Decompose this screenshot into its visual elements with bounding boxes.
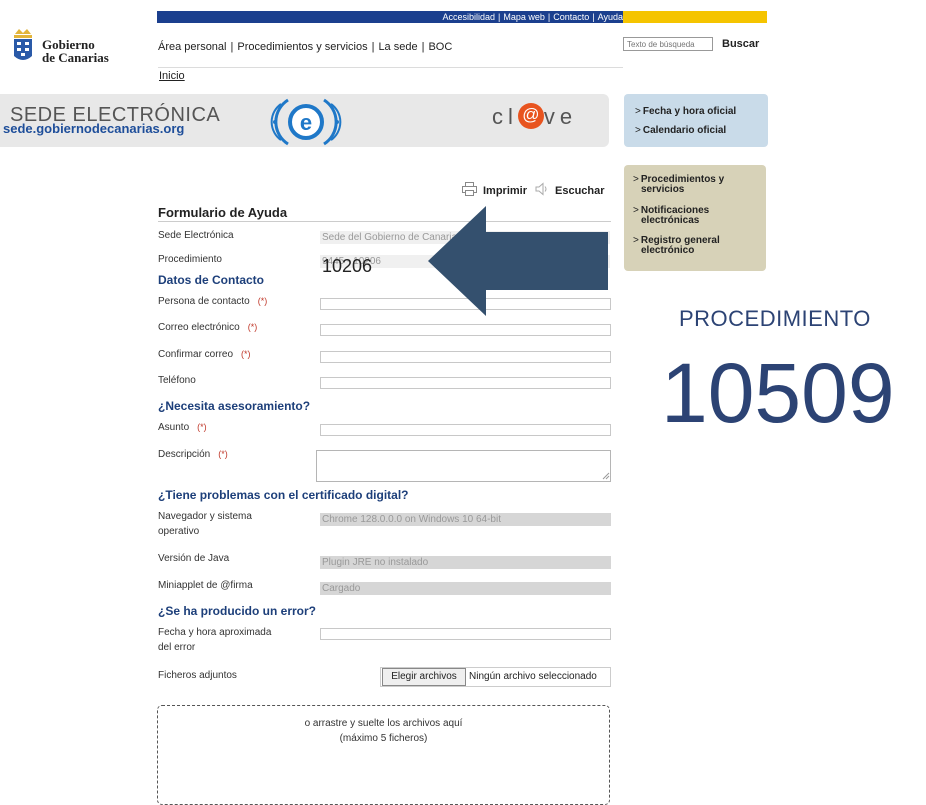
sitemap-link[interactable]: Mapa web [503, 12, 545, 22]
main-nav: Área personal | Procedimientos y servicios… [158, 41, 453, 53]
clave-logo: cl @ ve [492, 103, 578, 131]
required-mark: (*) [241, 349, 251, 359]
certificate-section-heading: ¿Tiene problemas con el certificado digi… [158, 488, 409, 502]
official-time-box: > Fecha y hora oficial > Calendario oficia… [624, 94, 768, 147]
breadcrumb-home-link[interactable]: Inicio [159, 70, 185, 82]
procedures-services-link[interactable]: > Procedimientos y servicios [633, 175, 724, 195]
dropzone-instructions: o arrastre y suelte los archivos aquí [304, 718, 463, 729]
listen-button[interactable]: Escuchar [555, 185, 605, 197]
official-calendar-link[interactable]: > Calendario oficial [635, 126, 726, 136]
browser-label: Navegador y sistema operativo [158, 511, 252, 537]
choose-files-button[interactable]: Elegir archivos [382, 668, 466, 686]
email-label: Correo electrónico (*) [158, 322, 258, 333]
search-button[interactable]: Buscar [722, 38, 759, 50]
description-textarea[interactable] [316, 450, 611, 482]
required-mark: (*) [218, 449, 228, 459]
subject-input[interactable] [320, 424, 611, 436]
required-mark: (*) [247, 322, 258, 332]
phone-label: Teléfono [158, 375, 196, 386]
left-arrow-icon [428, 206, 608, 316]
java-value: Plugin JRE no instalado [320, 556, 611, 569]
file-status: Ningún archivo seleccionado [469, 671, 597, 682]
confirm-email-input[interactable] [320, 351, 611, 363]
contact-link[interactable]: Contacto [553, 12, 589, 22]
nav-procedimientos[interactable]: Procedimientos y servicios [237, 41, 367, 53]
search-input[interactable] [623, 37, 713, 51]
print-button[interactable]: Imprimir [483, 185, 527, 197]
required-mark: (*) [257, 296, 268, 306]
error-date-label: Fecha y hora aproximada del error [158, 627, 272, 653]
general-register-link[interactable]: > Registro general electrónico [633, 236, 720, 256]
logo-text: Gobierno de Canarias [42, 38, 109, 64]
clave-text-right: ve [543, 104, 578, 129]
nav-area-personal[interactable]: Área personal [158, 41, 227, 53]
resize-grip-icon[interactable] [602, 472, 610, 480]
overlay-field-number: 10206 [322, 256, 373, 276]
error-date-input[interactable] [320, 628, 611, 640]
official-time-link[interactable]: > Fecha y hora oficial [635, 107, 736, 117]
nav-divider [158, 67, 623, 68]
printer-icon[interactable] [462, 182, 477, 196]
top-utility-links: Accesibilidad | Mapa web | Contacto | Ayuda [442, 12, 623, 22]
description-label: Descripción (*) [158, 449, 228, 460]
java-label: Versión de Java [158, 553, 230, 564]
svg-text:e: e [300, 110, 312, 135]
procedimiento-label: Procedimiento [158, 254, 222, 265]
form-title: Formulario de Ayuda [158, 205, 288, 220]
clave-text-left: cl [492, 104, 518, 129]
accent-strip [623, 11, 767, 23]
accessibility-link[interactable]: Accesibilidad [443, 12, 496, 22]
clave-at-icon: @ [517, 103, 544, 130]
nav-boc[interactable]: BOC [428, 41, 452, 53]
services-box: > Procedimientos y servicios > Notificacion… [624, 165, 766, 271]
nav-la-sede[interactable]: La sede [378, 41, 417, 53]
help-link[interactable]: Ayuda [598, 12, 623, 22]
browser-value: Chrome 128.0.0.0 on Windows 10 64-bit [320, 513, 611, 526]
logo-line-2: de Canarias [42, 50, 109, 65]
speaker-icon[interactable] [535, 182, 550, 196]
dropzone-limit: (máximo 5 ficheros) [339, 733, 428, 744]
confirm-email-label: Confirmar correo (*) [158, 349, 251, 360]
applet-value: Cargado [320, 582, 611, 595]
phone-input[interactable] [320, 377, 611, 389]
sede-label: Sede Electrónica [158, 230, 234, 241]
applet-label: Miniapplet de @firma [158, 580, 253, 591]
sede-url[interactable]: sede.gobiernodecanarias.org [3, 121, 184, 136]
notifications-link[interactable]: > Notificaciones electrónicas [633, 206, 709, 226]
advice-section-heading: ¿Necesita asesoramiento? [158, 399, 311, 413]
overlay-procedure-number: 10509 [661, 346, 895, 440]
contact-person-label: Persona de contacto (*) [158, 296, 268, 307]
e-administracion-icon: e [270, 98, 342, 146]
overlay-procedure-label: PROCEDIMIENTO [679, 306, 871, 331]
email-input[interactable] [320, 324, 611, 336]
contact-section-heading: Datos de Contacto [158, 273, 265, 287]
subject-label: Asunto (*) [158, 422, 207, 433]
files-label: Ficheros adjuntos [158, 670, 237, 681]
required-mark: (*) [197, 422, 207, 432]
error-section-heading: ¿Se ha producido un error? [158, 604, 317, 618]
